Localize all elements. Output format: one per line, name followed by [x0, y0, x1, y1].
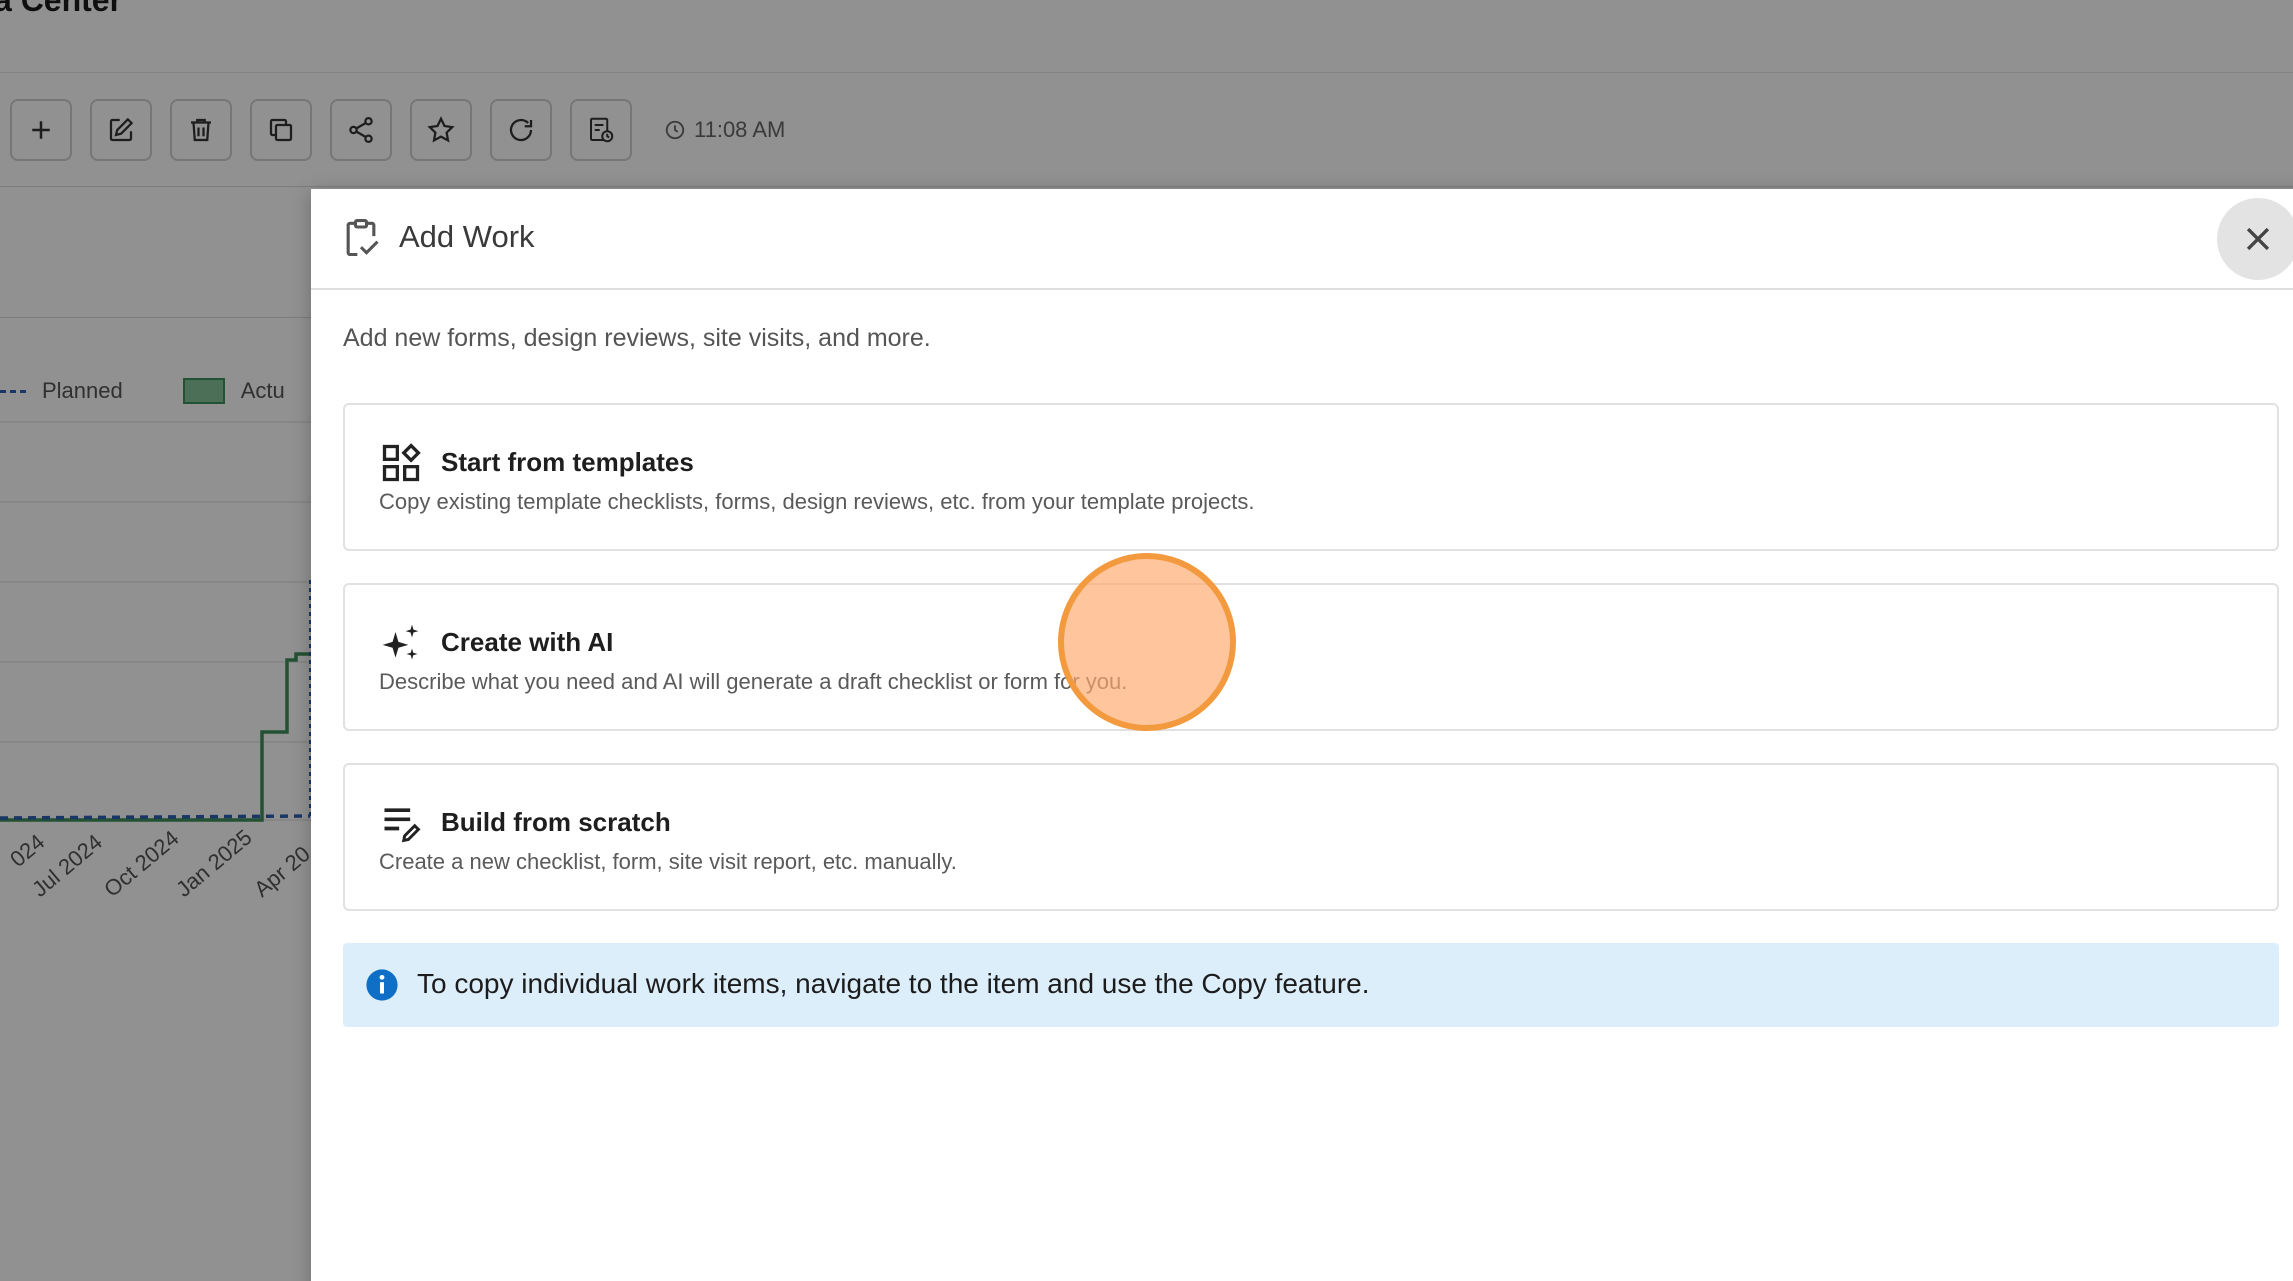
dialog-subtitle: Add new forms, design reviews, site visi… — [343, 324, 931, 352]
add-work-dialog: Add Work Add new forms, design reviews, … — [311, 189, 2293, 1281]
list-edit-icon — [384, 808, 421, 843]
start-from-templates-option[interactable]: Start from templates Copy existing templ… — [343, 403, 2279, 551]
info-banner: To copy individual work items, navigate … — [343, 943, 2279, 1027]
info-text: To copy individual work items, navigate … — [417, 968, 1370, 999]
option-description: Create a new checklist, form, site visit… — [379, 849, 957, 874]
info-icon — [366, 969, 398, 1001]
dialog-header: Add Work — [311, 189, 2293, 290]
templates-icon — [382, 443, 421, 482]
close-button[interactable] — [2217, 198, 2293, 280]
create-with-ai-option[interactable]: Create with AI Describe what you need an… — [343, 583, 2279, 731]
option-description: Describe what you need and AI will gener… — [379, 669, 1128, 694]
option-description: Copy existing template checklists, forms… — [379, 489, 1255, 514]
option-title: Build from scratch — [441, 807, 671, 837]
clipboard-check-icon — [346, 219, 379, 257]
dialog-title: Add Work — [399, 219, 535, 254]
sparkles-icon — [382, 624, 419, 660]
build-from-scratch-option[interactable]: Build from scratch Create a new checklis… — [343, 763, 2279, 911]
click-indicator — [1058, 553, 1236, 731]
close-icon — [2246, 227, 2270, 251]
option-title: Create with AI — [441, 627, 614, 657]
option-title: Start from templates — [441, 447, 694, 477]
